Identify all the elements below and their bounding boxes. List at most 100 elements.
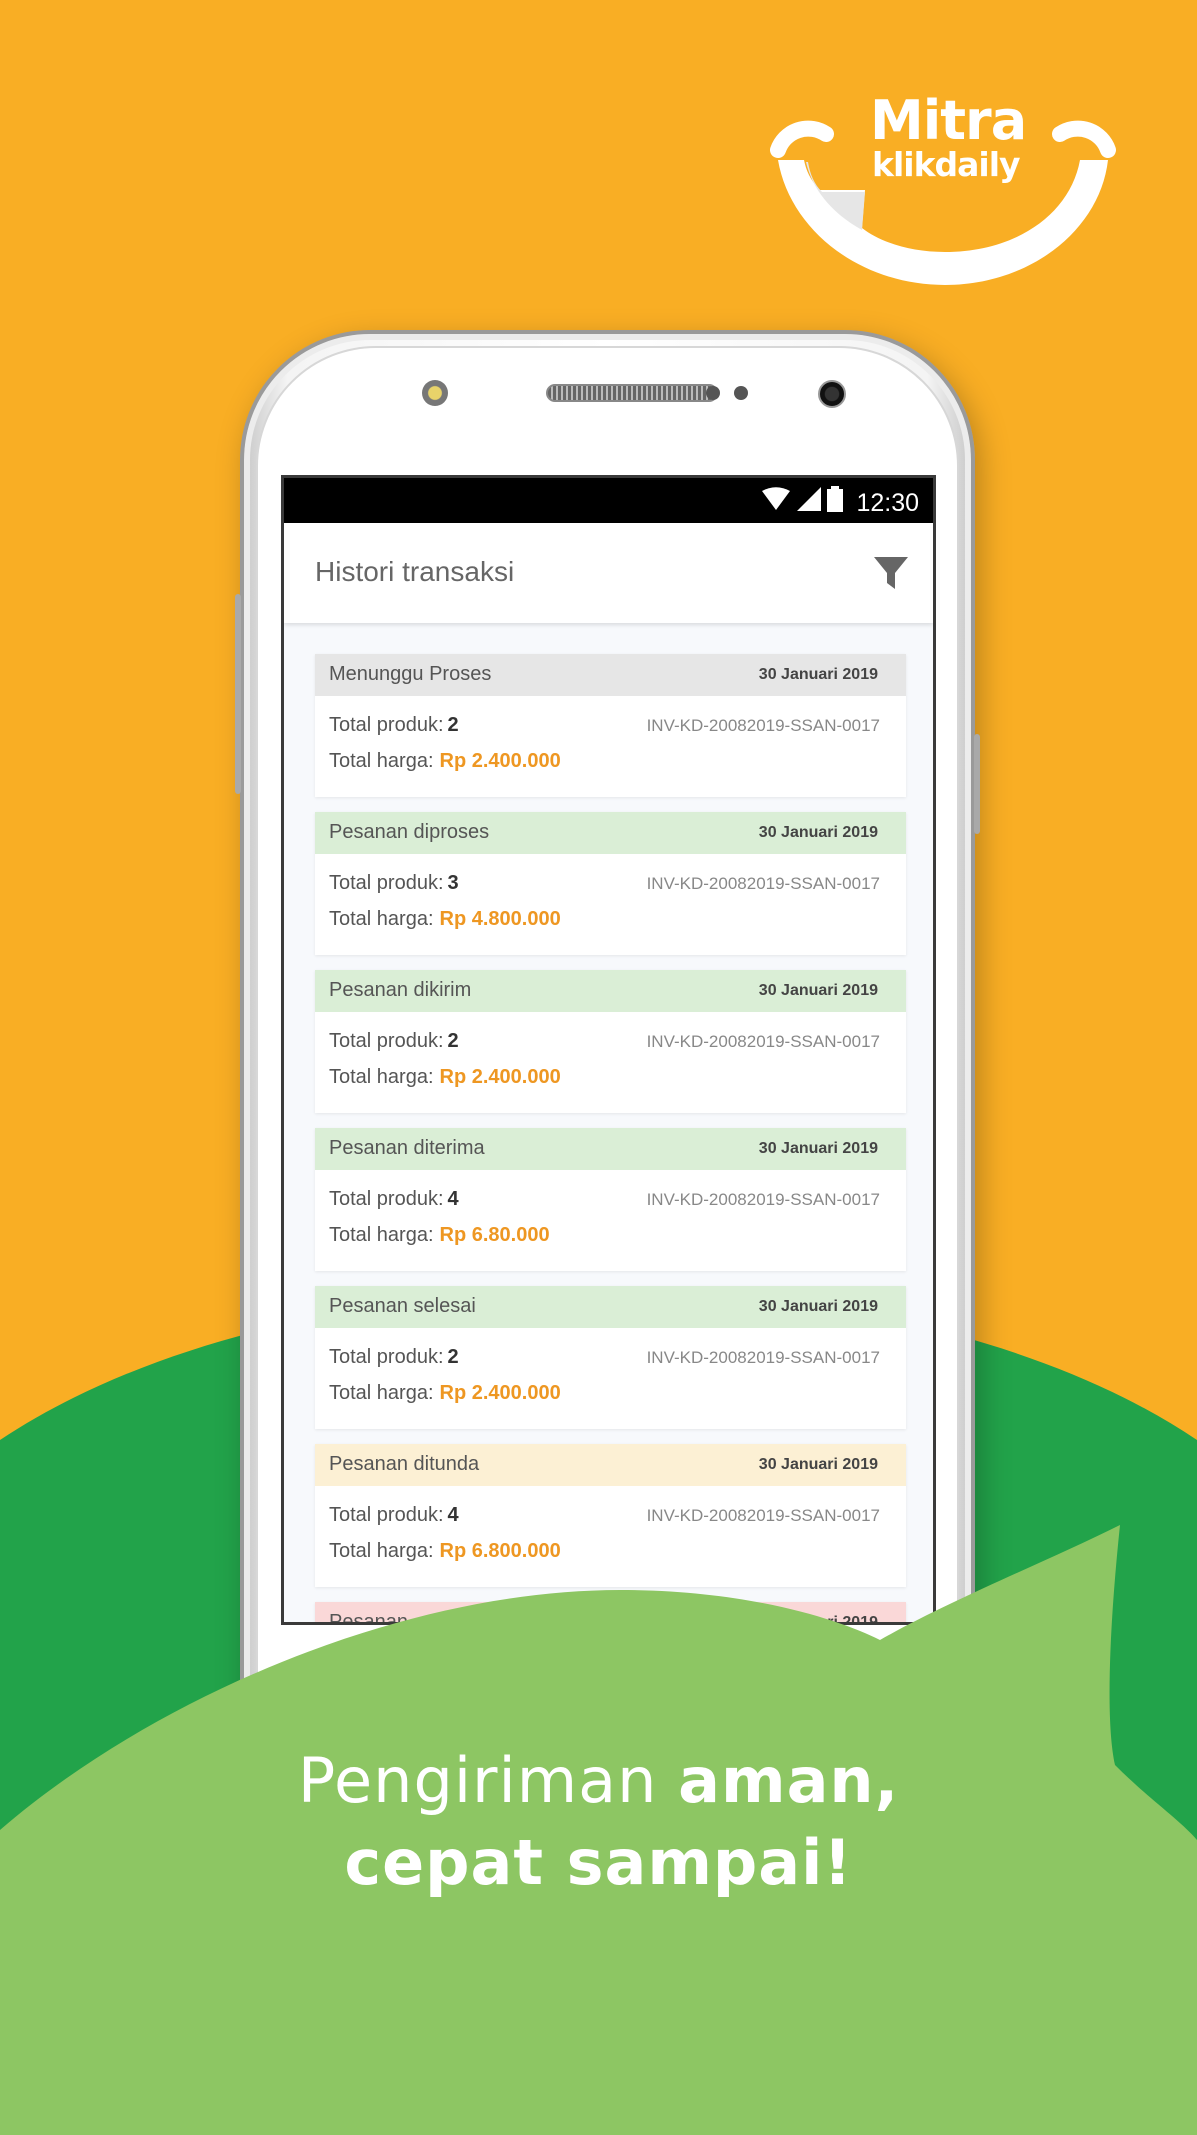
transaction-card[interactable]: Pesanan30 Januari 2019Total produk:Total… [315, 1602, 906, 1625]
logo-subtitle: klikdaily [872, 145, 1021, 184]
invoice-number: INV-KD-20082019-SSAN-0017 [646, 1032, 880, 1051]
front-sensor [422, 380, 448, 406]
side-button-left[interactable] [235, 594, 241, 794]
total-produk-value: 2 [447, 1030, 459, 1052]
phone-screen: 12:30 Histori transaksi Menunggu Proses 3… [281, 475, 936, 1625]
total-harga-row: Total harga: Rp 4.800.000 [329, 908, 561, 931]
total-harga-label: Total harga: [329, 1224, 434, 1246]
logo-title: Mitra [870, 89, 1027, 152]
total-harga-row: Total harga: Rp 6.80.000 [329, 1224, 550, 1247]
order-status: Pesanan dikirim [329, 979, 472, 1001]
total-harga-value: Rp 6.80.000 [439, 1224, 550, 1246]
page-title: Histori transaksi [315, 556, 515, 587]
total-harga-label: Total harga: [329, 1382, 434, 1404]
tagline-bold-2: cepat sampai! [344, 1826, 853, 1900]
order-date: 30 Januari 2019 [758, 1614, 878, 1625]
total-produk-value: 3 [447, 872, 459, 894]
card-header: Pesanan 30 Januari 2019 [315, 1602, 906, 1625]
front-camera [818, 380, 846, 408]
transaction-card[interactable]: Menunggu Proses 30 Januari 2019 Total prod… [315, 654, 906, 797]
card-header: Pesanan selesai 30 Januari 2019 [315, 1286, 906, 1328]
order-status: Pesanan diproses [329, 821, 490, 843]
order-date: 30 Januari 2019 [758, 1140, 878, 1157]
invoice-number: INV-KD-20082019-SSAN-0017 [646, 1190, 880, 1209]
tagline-bold-1: aman, [678, 1744, 900, 1817]
total-harga-value: Rp 2.400.000 [439, 750, 561, 772]
transaction-card[interactable]: Pesanan ditunda 30 Januari 2019 Total prod… [315, 1444, 906, 1587]
filter-icon [874, 557, 908, 589]
total-harga-value: Rp 2.400.000 [439, 1066, 561, 1088]
total-harga-label: Total harga: [329, 750, 434, 772]
order-status: Pesanan [329, 1611, 408, 1625]
total-produk-row: Total produk: 2 [329, 1346, 459, 1369]
filter-button[interactable] [871, 553, 911, 593]
transaction-card[interactable]: Pesanan diterima 30 Januari 2019 Total pro… [315, 1128, 906, 1271]
invoice-number: INV-KD-20082019-SSAN-0017 [646, 1348, 880, 1367]
total-produk-value: 4 [447, 1504, 459, 1526]
card-body: Total produk: 4 INV-KD-20082019-SSAN-0017 T… [315, 1486, 906, 1587]
card-header: Pesanan ditunda 30 Januari 2019 [315, 1444, 906, 1486]
card-body: Total produk: 3 INV-KD-20082019-SSAN-0017 T… [315, 854, 906, 955]
tagline-regular: Pengiriman [297, 1744, 679, 1817]
transaction-list: Menunggu Proses 30 Januari 2019 Total prod… [315, 654, 906, 1625]
total-produk-row: Total produk: 4 [329, 1188, 459, 1211]
tagline-line-2: cepat sampai! [0, 1822, 1197, 1904]
tagline: Pengiriman aman, cepat sampai! [0, 1740, 1197, 1905]
order-status: Pesanan selesai [329, 1295, 476, 1317]
proximity-sensor [706, 386, 720, 400]
side-button-right[interactable] [974, 734, 980, 834]
card-body: Total produk: 4 INV-KD-20082019-SSAN-0017 T… [315, 1170, 906, 1271]
transaction-card[interactable]: Pesanan diproses 30 Januari 2019 Total pro… [315, 812, 906, 955]
total-produk-label: Total produk: [329, 1504, 444, 1526]
total-harga-value: Rp 2.400.000 [439, 1382, 561, 1404]
order-date: 30 Januari 2019 [758, 1456, 878, 1473]
card-body: Total produk: 2 INV-KD-20082019-SSAN-0017 T… [315, 1012, 906, 1113]
invoice-number: INV-KD-20082019-SSAN-0017 [646, 874, 880, 893]
total-produk-label: Total produk: [329, 872, 444, 894]
total-harga-value: Rp 6.800.000 [439, 1540, 561, 1562]
total-produk-value: 2 [447, 714, 459, 736]
total-produk-label: Total produk: [329, 714, 444, 736]
order-date: 30 Januari 2019 [758, 824, 878, 841]
battery-icon [827, 486, 843, 512]
light-sensor [734, 386, 748, 400]
total-produk-value: 4 [447, 1188, 459, 1210]
total-harga-row: Total harga: Rp 2.400.000 [329, 750, 561, 773]
card-header: Menunggu Proses 30 Januari 2019 [315, 654, 906, 696]
total-harga-value: Rp 4.800.000 [439, 908, 561, 930]
status-time: 12:30 [856, 489, 919, 517]
total-produk-label: Total produk: [329, 1030, 444, 1052]
invoice-number: INV-KD-20082019-SSAN-0017 [646, 1506, 880, 1525]
order-date: 30 Januari 2019 [758, 1298, 878, 1315]
signal-icon [797, 487, 821, 511]
total-harga-label: Total harga: [329, 1540, 434, 1562]
status-bar: 12:30 [284, 478, 933, 523]
transaction-card[interactable]: Pesanan dikirim 30 Januari 2019 Total prod… [315, 970, 906, 1113]
total-harga-row: Total harga: Rp 6.800.000 [329, 1540, 561, 1563]
total-harga-label: Total harga: [329, 908, 434, 930]
status-icons [761, 486, 843, 512]
total-harga-row: Total harga: Rp 2.400.000 [329, 1066, 561, 1089]
total-produk-row: Total produk: 2 [329, 1030, 459, 1053]
total-harga-row: Total harga: Rp 2.400.000 [329, 1382, 561, 1405]
mitra-klikdaily-logo: Mitra klikdaily [770, 80, 1120, 290]
total-produk-row: Total produk: 4 [329, 1504, 459, 1527]
tagline-line-1: Pengiriman aman, [0, 1740, 1197, 1822]
transaction-card[interactable]: Pesanan selesai 30 Januari 2019 Total prod… [315, 1286, 906, 1429]
total-produk-row: Total produk: 3 [329, 872, 459, 895]
total-produk-row: Total produk: 2 [329, 714, 459, 737]
card-body: Total produk: 2 INV-KD-20082019-SSAN-0017 T… [315, 1328, 906, 1429]
app-bar: Histori transaksi [284, 523, 933, 623]
total-produk-label: Total produk: [329, 1188, 444, 1210]
invoice-number: INV-KD-20082019-SSAN-0017 [646, 716, 880, 735]
card-header: Pesanan diproses 30 Januari 2019 [315, 812, 906, 854]
card-body: Total produk: 2 INV-KD-20082019-SSAN-0017 T… [315, 696, 906, 797]
total-produk-value: 2 [447, 1346, 459, 1368]
order-date: 30 Januari 2019 [758, 982, 878, 999]
order-status: Pesanan ditunda [329, 1453, 480, 1475]
order-date: 30 Januari 2019 [758, 666, 878, 683]
order-status: Pesanan diterima [329, 1137, 485, 1159]
total-harga-label: Total harga: [329, 1066, 434, 1088]
order-status: Menunggu Proses [329, 663, 492, 685]
total-produk-label: Total produk: [329, 1346, 444, 1368]
